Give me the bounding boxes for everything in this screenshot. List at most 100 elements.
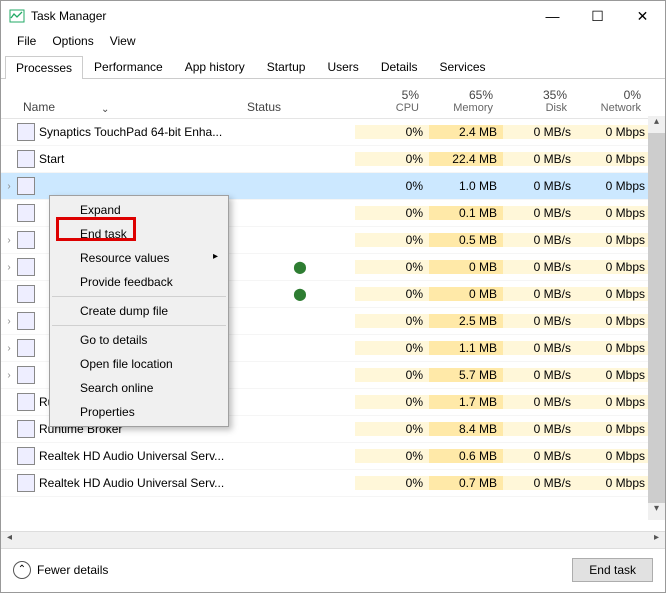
process-memory: 0.6 MB <box>429 449 503 463</box>
col-cpu[interactable]: 5% CPU <box>351 88 425 118</box>
expand-chevron-icon[interactable]: › <box>1 370 17 381</box>
process-row[interactable]: Realtek HD Audio Universal Serv...0%0.6 … <box>1 443 665 470</box>
process-icon <box>17 339 35 357</box>
scroll-thumb[interactable] <box>648 133 665 503</box>
process-network: 0 Mbps <box>577 314 651 328</box>
context-go-to-details[interactable]: Go to details <box>52 325 226 352</box>
col-network[interactable]: 0% Network <box>573 88 647 118</box>
context-resource-values[interactable]: Resource values▸ <box>52 246 226 270</box>
process-row[interactable]: Synaptics TouchPad 64-bit Enha... 0%2.4 M… <box>1 119 665 146</box>
cpu-label: CPU <box>351 102 419 114</box>
process-cpu: 0% <box>355 341 429 355</box>
titlebar: Task Manager — ☐ ✕ <box>1 1 665 31</box>
sort-indicator-icon: ⌄ <box>101 104 109 115</box>
process-disk: 0 MB/s <box>503 395 577 409</box>
context-open-file-location[interactable]: Open file location <box>52 352 226 376</box>
network-label: Network <box>573 102 641 114</box>
process-cpu: 0% <box>355 233 429 247</box>
process-status: ⬤ <box>245 260 355 274</box>
col-name[interactable]: ⌄ Name <box>1 100 241 118</box>
process-memory: 0.5 MB <box>429 233 503 247</box>
col-status[interactable]: Status <box>241 100 351 118</box>
process-cpu: 0% <box>355 206 429 220</box>
end-task-button[interactable]: End task <box>572 558 653 582</box>
context-expand[interactable]: Expand <box>52 198 226 222</box>
expand-chevron-icon[interactable]: › <box>1 181 17 192</box>
menubar: File Options View <box>1 31 665 51</box>
col-name-label: Name <box>23 100 55 114</box>
window-title: Task Manager <box>31 9 530 23</box>
col-disk[interactable]: 35% Disk <box>499 88 573 118</box>
context-create-dump-file[interactable]: Create dump file <box>52 296 226 323</box>
process-network: 0 Mbps <box>577 422 651 436</box>
minimize-button[interactable]: — <box>530 1 575 31</box>
scroll-right-icon[interactable]: ▸ <box>648 532 665 549</box>
context-search-online[interactable]: Search online <box>52 376 226 400</box>
taskmgr-icon <box>9 8 25 24</box>
process-disk: 0 MB/s <box>503 287 577 301</box>
expand-chevron-icon[interactable]: › <box>1 343 17 354</box>
disk-label: Disk <box>499 102 567 114</box>
process-cpu: 0% <box>355 422 429 436</box>
fewer-details-button[interactable]: ⌃ Fewer details <box>13 561 572 579</box>
process-disk: 0 MB/s <box>503 233 577 247</box>
scroll-down-icon[interactable]: ▾ <box>648 503 665 520</box>
context-menu: ExpandEnd taskResource values▸Provide fe… <box>49 195 229 427</box>
process-icon <box>17 474 35 492</box>
context-provide-feedback[interactable]: Provide feedback <box>52 270 226 294</box>
process-cpu: 0% <box>355 287 429 301</box>
process-name: Realtek HD Audio Universal Serv... <box>39 476 245 490</box>
maximize-button[interactable]: ☐ <box>575 1 620 31</box>
network-pct: 0% <box>573 88 641 102</box>
process-network: 0 Mbps <box>577 125 651 139</box>
vertical-scrollbar[interactable]: ▴ ▾ <box>648 116 665 520</box>
expand-chevron-icon[interactable]: › <box>1 316 17 327</box>
menu-options[interactable]: Options <box>44 32 101 50</box>
process-memory: 2.4 MB <box>429 125 503 139</box>
tab-services[interactable]: Services <box>429 55 497 78</box>
process-name: Synaptics TouchPad 64-bit Enha... <box>39 125 245 139</box>
tab-details[interactable]: Details <box>370 55 429 78</box>
tab-users[interactable]: Users <box>316 55 369 78</box>
process-cpu: 0% <box>355 476 429 490</box>
process-cpu: 0% <box>355 125 429 139</box>
context-end-task[interactable]: End task <box>52 222 226 246</box>
context-properties[interactable]: Properties <box>52 400 226 424</box>
tab-startup[interactable]: Startup <box>256 55 317 78</box>
process-network: 0 Mbps <box>577 368 651 382</box>
memory-label: Memory <box>425 102 493 114</box>
menu-view[interactable]: View <box>102 32 144 50</box>
process-name: Realtek HD Audio Universal Serv... <box>39 449 245 463</box>
process-row[interactable]: Realtek HD Audio Universal Serv...0%0.7 … <box>1 470 665 497</box>
expand-chevron-icon[interactable]: › <box>1 235 17 246</box>
process-network: 0 Mbps <box>577 476 651 490</box>
process-row[interactable]: Start0%22.4 MB0 MB/s0 Mbps <box>1 146 665 173</box>
tab-performance[interactable]: Performance <box>83 55 174 78</box>
process-icon <box>17 258 35 276</box>
tab-app-history[interactable]: App history <box>174 55 256 78</box>
process-memory: 1.1 MB <box>429 341 503 355</box>
process-memory: 5.7 MB <box>429 368 503 382</box>
close-button[interactable]: ✕ <box>620 1 665 31</box>
scroll-left-icon[interactable]: ◂ <box>1 532 18 549</box>
process-disk: 0 MB/s <box>503 125 577 139</box>
tab-processes[interactable]: Processes <box>5 56 83 79</box>
process-disk: 0 MB/s <box>503 152 577 166</box>
process-memory: 8.4 MB <box>429 422 503 436</box>
fewer-details-label: Fewer details <box>37 563 108 577</box>
process-network: 0 Mbps <box>577 449 651 463</box>
horizontal-scrollbar[interactable]: ◂ ▸ <box>1 531 665 548</box>
process-memory: 2.5 MB <box>429 314 503 328</box>
scroll-up-icon[interactable]: ▴ <box>648 116 665 133</box>
process-disk: 0 MB/s <box>503 206 577 220</box>
process-disk: 0 MB/s <box>503 314 577 328</box>
footer: ⌃ Fewer details End task <box>1 548 665 590</box>
process-memory: 0.1 MB <box>429 206 503 220</box>
expand-chevron-icon[interactable]: › <box>1 262 17 273</box>
efficiency-leaf-icon: ⬤ <box>293 287 306 301</box>
menu-file[interactable]: File <box>9 32 44 50</box>
process-network: 0 Mbps <box>577 179 651 193</box>
process-cpu: 0% <box>355 368 429 382</box>
col-memory[interactable]: 65% Memory <box>425 88 499 118</box>
process-icon <box>17 177 35 195</box>
